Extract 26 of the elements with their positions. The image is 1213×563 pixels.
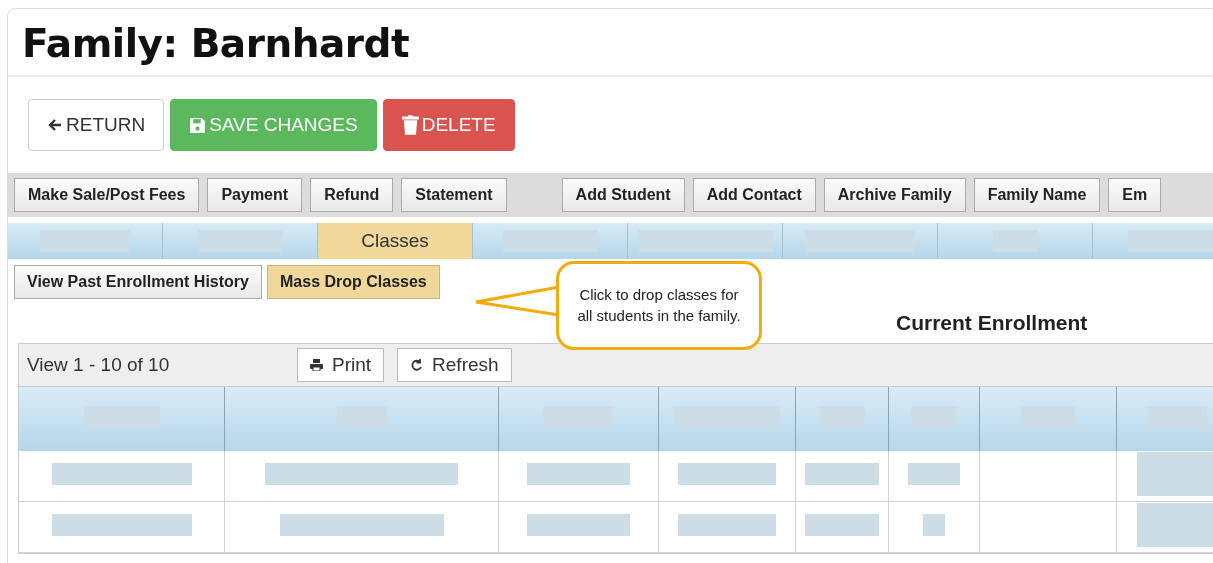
printer-icon xyxy=(310,359,323,371)
delete-button[interactable]: DELETE xyxy=(382,99,515,151)
return-button[interactable]: RETURN xyxy=(28,99,165,151)
toolbar-button[interactable]: Payment xyxy=(207,178,303,212)
toolbar-button[interactable]: Family Name xyxy=(973,178,1101,212)
toolbar-button[interactable]: Refund xyxy=(310,178,394,212)
refresh-button[interactable]: Refresh xyxy=(397,348,512,382)
toolbar-button[interactable]: Em xyxy=(1108,178,1162,212)
tab[interactable]: Classes xyxy=(318,223,473,259)
callout-bubble: Click to drop classes for all students in the family. xyxy=(556,261,762,350)
section-heading: Current Enrollment xyxy=(896,311,1089,335)
pager-text: View 1 - 10 of 10 xyxy=(27,354,171,376)
toolbar-button[interactable]: Add Student xyxy=(561,178,685,212)
action-button[interactable]: Mass Drop Classes xyxy=(267,265,440,299)
toolbar-button[interactable]: Add Contact xyxy=(692,178,816,212)
trash-icon xyxy=(401,115,419,135)
toolbar-button[interactable]: Make Sale/Post Fees xyxy=(14,178,200,212)
redacted-bar xyxy=(908,463,961,485)
page-title: Family: Barnhardt xyxy=(8,9,1213,77)
print-button[interactable]: Print xyxy=(297,348,385,382)
action-button[interactable]: View Past Enrollment History xyxy=(14,265,262,299)
refresh-icon xyxy=(410,358,424,372)
redacted-bar xyxy=(923,514,946,536)
arrow-left-icon xyxy=(47,117,63,133)
toolbar-button[interactable]: Archive Family xyxy=(823,178,966,212)
toolbar-button[interactable]: Statement xyxy=(401,178,507,212)
